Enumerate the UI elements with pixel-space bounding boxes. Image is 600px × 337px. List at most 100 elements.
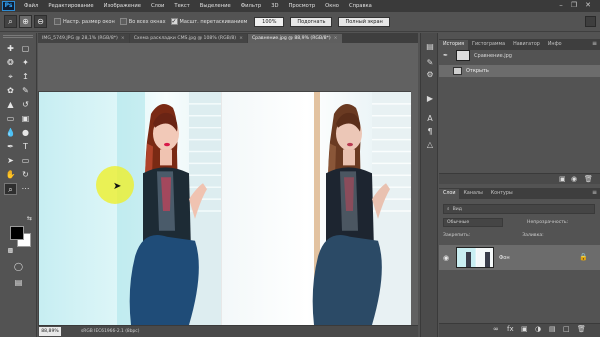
- document-tab-bar: IMG_5749.JPG @ 28,1% (RGB/8*) × Схема рас…: [38, 33, 418, 43]
- layer-row-background[interactable]: ◉ Фон 🔒: [439, 245, 600, 270]
- quick-mask-icon[interactable]: ◯: [12, 261, 25, 273]
- type-tool-icon[interactable]: T: [19, 141, 32, 153]
- menu-view[interactable]: Просмотр: [284, 3, 321, 9]
- pen-tool-icon[interactable]: ✒: [4, 141, 17, 153]
- close-icon[interactable]: ✕: [583, 1, 593, 10]
- paragraph-panel-icon[interactable]: ¶: [424, 126, 436, 137]
- layer-filter[interactable]: ⌕ Вид: [443, 204, 595, 214]
- menu-edit[interactable]: Редактирование: [43, 3, 98, 9]
- trash-icon[interactable]: 🗑: [584, 175, 593, 183]
- menu-layers[interactable]: Слои: [146, 3, 169, 9]
- tab-layout-scheme[interactable]: Схема раскладки CMS.jpg @ 108% (RGB/8) ×: [129, 34, 247, 43]
- path-selection-tool-icon[interactable]: ➤: [4, 155, 17, 167]
- workspace-icon[interactable]: [585, 16, 596, 27]
- menu-window[interactable]: Окно: [320, 3, 344, 9]
- checkbox-icon: [54, 18, 61, 25]
- all-windows-checkbox[interactable]: Во всех окнах: [119, 18, 166, 25]
- processed-photo: [222, 92, 411, 325]
- scrubby-zoom-checkbox[interactable]: ✓ Масшт. перетаскиванием: [170, 18, 248, 25]
- magic-wand-tool-icon[interactable]: ✦: [19, 57, 32, 69]
- close-tab-icon[interactable]: ×: [334, 36, 338, 41]
- opacity-label: Непрозрачность:: [527, 219, 569, 225]
- zoom-level-field[interactable]: 88,89%: [39, 327, 61, 336]
- fill-screen-button[interactable]: Полный экран: [338, 16, 390, 27]
- eraser-tool-icon[interactable]: ▭: [4, 113, 17, 125]
- gradient-tool-icon[interactable]: ▣: [19, 113, 32, 125]
- restore-icon[interactable]: ❐: [569, 1, 579, 10]
- clone-stamp-tool-icon[interactable]: ▲: [4, 99, 17, 111]
- canvas-area[interactable]: ➤: [38, 43, 418, 326]
- screen-mode-icon[interactable]: ▤: [12, 277, 25, 289]
- tab-layers[interactable]: Слои: [439, 189, 460, 199]
- menu-select[interactable]: Выделение: [195, 3, 236, 9]
- resize-windows-checkbox[interactable]: Настр. размер окон: [54, 18, 115, 25]
- close-tab-icon[interactable]: ×: [121, 36, 125, 41]
- menu-image[interactable]: Изображение: [99, 3, 146, 9]
- history-panel-icon[interactable]: ▤: [424, 41, 436, 52]
- blur-tool-icon[interactable]: 💧: [4, 127, 17, 139]
- healing-brush-tool-icon[interactable]: ✿: [4, 85, 17, 97]
- layer-style-icon[interactable]: fx: [507, 325, 514, 333]
- menu-filter[interactable]: Фильтр: [236, 3, 267, 9]
- delete-layer-icon[interactable]: 🗑: [577, 325, 586, 333]
- panel-menu-icon[interactable]: ≡: [592, 189, 597, 196]
- link-layers-icon[interactable]: ∞: [493, 325, 499, 333]
- zoom-in-icon[interactable]: ⊕: [19, 15, 32, 28]
- adjustment-layer-icon[interactable]: ◑: [535, 325, 541, 333]
- new-layer-icon[interactable]: □: [563, 325, 570, 333]
- dodge-tool-icon[interactable]: ●: [19, 127, 32, 139]
- new-group-icon[interactable]: ▤: [549, 325, 556, 333]
- eye-icon[interactable]: ◉: [439, 254, 453, 262]
- marquee-tool-icon[interactable]: ▢: [19, 43, 32, 55]
- default-colors-icon[interactable]: ▩: [4, 245, 17, 257]
- brushes-panel-icon[interactable]: ✎: [424, 57, 436, 68]
- lock-row: Закрепить: Заливка:: [443, 230, 595, 240]
- scrubby-zoom-label: Масшт. перетаскиванием: [179, 18, 248, 25]
- swap-colors-icon[interactable]: ⇆: [23, 213, 36, 225]
- menu-bar: Ps Файл Редактирование Изображение Слои …: [0, 0, 600, 12]
- lasso-tool-icon[interactable]: ❂: [4, 57, 17, 69]
- brush-tool-icon[interactable]: ✎: [19, 85, 32, 97]
- glyphs-panel-icon[interactable]: △: [424, 139, 436, 150]
- zoom-tool-preset-icon[interactable]: ⌕: [4, 15, 17, 28]
- new-snapshot-icon[interactable]: ◉: [571, 175, 577, 183]
- menu-help[interactable]: Справка: [344, 3, 377, 9]
- character-panel-icon[interactable]: A: [424, 113, 436, 124]
- blend-mode-select[interactable]: Обычные: [443, 217, 503, 227]
- history-brush-tool-icon[interactable]: ↺: [19, 99, 32, 111]
- tab-img-5749[interactable]: IMG_5749.JPG @ 28,1% (RGB/8*) ×: [38, 34, 129, 43]
- panel-menu-icon[interactable]: ≡: [592, 40, 597, 47]
- move-tool-icon[interactable]: ✚: [4, 43, 17, 55]
- menu-3d[interactable]: 3D: [266, 3, 283, 9]
- tab-comparison[interactable]: Сравнение.jpg @ 88,9% (RGB/8*) ×: [247, 34, 342, 43]
- close-tab-icon[interactable]: ×: [239, 36, 243, 41]
- add-mask-icon[interactable]: ▣: [521, 325, 528, 333]
- hand-tool-icon[interactable]: ✋: [4, 169, 17, 181]
- history-step[interactable]: Открыть: [439, 65, 600, 77]
- clone-source-panel-icon[interactable]: ⚙: [424, 69, 436, 80]
- menu-file[interactable]: Файл: [19, 3, 43, 9]
- lock-icon: 🔒: [579, 253, 588, 261]
- tab-label: Сравнение.jpg @ 88,9% (RGB/8*): [251, 36, 331, 41]
- zoom-tool-icon[interactable]: ⌕: [4, 183, 17, 195]
- new-document-from-state-icon[interactable]: ▣: [559, 175, 566, 183]
- foreground-color-swatch[interactable]: [10, 226, 24, 240]
- actions-panel-icon[interactable]: ▶: [424, 93, 436, 104]
- crop-tool-icon[interactable]: ⌖: [4, 71, 17, 83]
- tab-channels[interactable]: Каналы: [459, 189, 486, 199]
- panel-grip[interactable]: [3, 35, 33, 38]
- document-image[interactable]: [38, 91, 411, 326]
- more-tools-icon[interactable]: ⋯: [19, 183, 32, 195]
- eyedropper-tool-icon[interactable]: ↥: [19, 71, 32, 83]
- menu-type[interactable]: Текст: [169, 3, 194, 9]
- collapsed-panels-strip: ▤ ✎ ⚙ ▶ A ¶ △: [420, 33, 438, 337]
- document-info[interactable]: sRGB IEC61966-2.1 (8bpc): [81, 329, 139, 334]
- zoom-percent-field[interactable]: 100%: [254, 16, 285, 27]
- tab-paths[interactable]: Контуры: [487, 189, 517, 199]
- history-snapshot[interactable]: ✒ Сравнение.jpg: [443, 49, 595, 62]
- fit-screen-button[interactable]: Подогнать: [290, 16, 333, 27]
- rotate-view-tool-icon[interactable]: ↻: [19, 169, 32, 181]
- minimize-icon[interactable]: –: [556, 1, 566, 10]
- shape-tool-icon[interactable]: ▭: [19, 155, 32, 167]
- zoom-out-icon[interactable]: ⊖: [34, 15, 47, 28]
